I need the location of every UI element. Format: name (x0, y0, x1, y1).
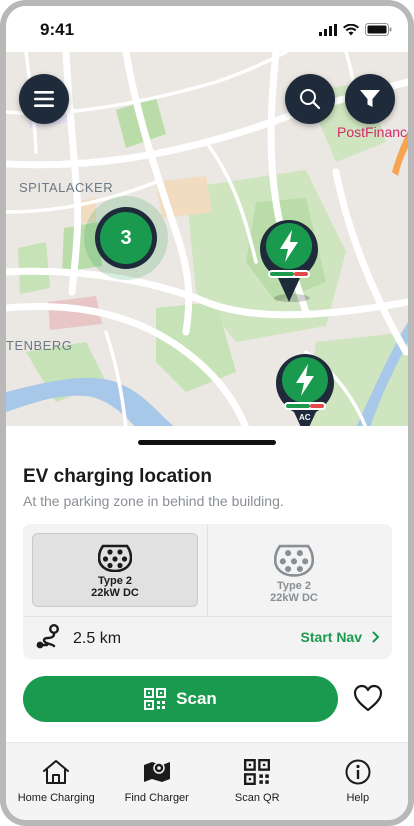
nav-label: Scan QR (234, 792, 280, 804)
route-icon (36, 624, 59, 649)
nav-item-home-charging[interactable]: Home Charging (6, 743, 107, 820)
chevron-right-icon (372, 631, 379, 643)
type2-connector-icon (98, 544, 132, 572)
cluster-ring: 3 (95, 207, 157, 269)
start-nav-button[interactable]: Start Nav (301, 629, 380, 645)
qr-code-icon (244, 759, 271, 785)
charger-pin-icon (260, 220, 318, 302)
connector-option[interactable]: Type 2 22kW DC (211, 533, 377, 607)
nav-label: Help (346, 792, 370, 804)
charger-cluster-marker[interactable]: 3 (84, 196, 168, 280)
connector-power: 22kW DC (91, 587, 139, 599)
start-nav-label: Start Nav (300, 629, 362, 645)
status-icons (319, 23, 392, 36)
distance-value: 2.5 km (73, 630, 122, 647)
distance-row: 2.5 km Start Nav (23, 617, 392, 659)
scan-button[interactable]: Scan (23, 676, 338, 722)
card-divider (207, 524, 208, 616)
battery-icon (365, 23, 392, 36)
heart-icon (353, 684, 383, 712)
location-subtitle: At the parking zone in behind the buildi… (23, 493, 284, 509)
connector-option-selected[interactable]: Type 2 22kW DC (32, 533, 198, 607)
favorite-button[interactable] (352, 683, 384, 718)
map-icon (143, 762, 170, 782)
pin-ac-tag: AC (299, 413, 311, 422)
filter-button[interactable] (345, 74, 395, 124)
info-icon (345, 759, 371, 785)
status-bar: 9:41 (6, 6, 408, 52)
nav-item-scan-qr[interactable]: Scan QR (207, 743, 308, 820)
location-bottom-sheet: EV charging location At the parking zone… (6, 426, 408, 748)
nav-item-find-charger[interactable]: Find Charger (107, 743, 208, 820)
map-label-tenberg: TENBERG (6, 338, 73, 353)
wifi-icon (343, 23, 359, 35)
nav-label: Find Charger (124, 792, 189, 804)
nav-label: Home Charging (17, 792, 95, 804)
map-label-postfinance: PostFinance (337, 124, 408, 140)
bottom-navigation: Home Charging Find Charger Scan QR Help (6, 742, 408, 820)
location-title: EV charging location (23, 466, 212, 487)
home-icon (43, 760, 70, 784)
cellular-signal-icon (319, 23, 337, 36)
status-time: 9:41 (40, 20, 75, 39)
charger-pin-marker[interactable] (258, 218, 320, 309)
sheet-drag-handle[interactable] (138, 440, 276, 445)
phone-frame: 9:41 SPITALACKER TENBERG PostFinance 3 A… (0, 0, 414, 826)
type2-connector-icon (274, 544, 314, 577)
scan-button-label: Scan (176, 689, 217, 708)
map-label-spitalacker: SPITALACKER (19, 180, 114, 195)
map-view[interactable]: SPITALACKER TENBERG PostFinance 3 AC (6, 52, 408, 428)
nav-item-help[interactable]: Help (308, 743, 409, 820)
search-icon (300, 89, 321, 110)
search-button[interactable] (285, 74, 335, 124)
filter-icon (360, 90, 380, 107)
menu-button[interactable] (19, 74, 69, 124)
connector-type: Type 2 (276, 580, 312, 592)
qr-code-icon (144, 688, 167, 710)
cluster-count: 3 (100, 212, 152, 264)
connector-power: 22kW DC (270, 592, 318, 604)
charger-pin-marker-ac[interactable]: AC (274, 352, 336, 428)
connector-type: Type 2 (97, 575, 133, 587)
hamburger-menu-icon (34, 91, 54, 107)
connector-card: Type 2 22kW DC Type 2 22kW DC 2.5 km Sta… (23, 524, 392, 659)
